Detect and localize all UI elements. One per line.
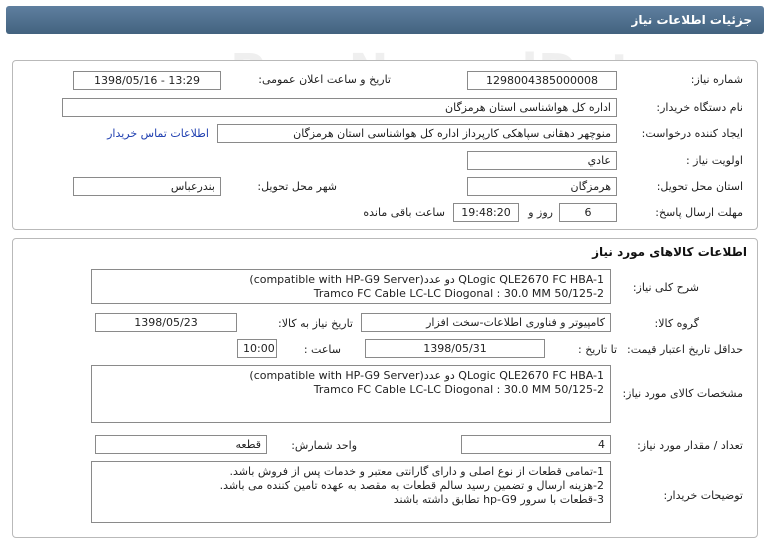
notes-line: 2-هزينه ارسال و تضمين رسيد سالم قطعات به… bbox=[219, 479, 604, 492]
validity-label: حداقل تاريخ اعتبار قيمت: bbox=[627, 343, 743, 356]
notes-label: توضيحات خريدار: bbox=[663, 489, 744, 502]
priority-label: اولويت نياز : bbox=[685, 154, 743, 167]
buyer-contact-link[interactable]: اطلاعات تماس خريدار bbox=[107, 127, 209, 140]
creator-label: ايجاد کننده درخواست: bbox=[641, 127, 743, 140]
goods-heading: اطلاعات کالاهای مورد نياز bbox=[592, 245, 747, 259]
unit-label: واحد شمارش: bbox=[291, 439, 357, 452]
notes-field[interactable]: 1-تمامی قطعات از نوع اصلی و دارای گارانت… bbox=[91, 461, 611, 523]
need-date-label: تاريخ نياز به کالا: bbox=[278, 317, 353, 330]
qty-field[interactable]: 4 bbox=[461, 435, 611, 454]
qty-label: تعداد / مقدار مورد نياز: bbox=[637, 439, 743, 452]
announce-date-field[interactable]: 1398/05/16 - 13:29 bbox=[73, 71, 221, 90]
group-field[interactable]: کامپيوتر و فناوری اطلاعات-سخت افزار bbox=[361, 313, 611, 332]
hour-label: ساعت : bbox=[303, 343, 341, 356]
deadline-label: مهلت ارسال پاسخ: bbox=[655, 206, 743, 219]
spec-line: Tramco FC Cable LC-LC Diogonal : 30.0 MM… bbox=[313, 383, 604, 396]
summary-label: شرح کلی نياز: bbox=[632, 281, 699, 294]
summary-field[interactable]: QLogic QLE2670 FC HBA-1 دو عدد(compatibl… bbox=[91, 269, 611, 304]
general-info-panel: شماره نياز: 1298004385000008 تاريخ و ساع… bbox=[12, 60, 758, 230]
group-label: گروه کالا: bbox=[654, 317, 699, 330]
notes-line: 3-قطعات با سرور hp-G9 تطابق داشته باشند bbox=[393, 493, 604, 506]
goods-panel: اطلاعات کالاهای مورد نياز شرح کلی نياز: … bbox=[12, 238, 758, 538]
buyer-org-label: نام دستگاه خريدار: bbox=[656, 101, 743, 114]
buyer-org-field[interactable]: اداره کل هواشناسی استان هرمزگان bbox=[62, 98, 617, 117]
days-field[interactable]: 6 bbox=[559, 203, 617, 222]
days-and-label: روز و bbox=[528, 206, 553, 219]
priority-field[interactable]: عادي bbox=[467, 151, 617, 170]
need-number-label: شماره نياز: bbox=[690, 73, 743, 86]
until-date-field[interactable]: 1398/05/31 bbox=[365, 339, 545, 358]
summary-line: Tramco FC Cable LC-LC Diogonal : 30.0 MM… bbox=[313, 287, 604, 300]
city-label: شهر محل تحويل: bbox=[257, 180, 337, 193]
spec-label: مشخصات کالای مورد نياز: bbox=[622, 387, 743, 400]
spec-line: QLogic QLE2670 FC HBA-1 دو عدد(compatibl… bbox=[249, 369, 604, 382]
need-number-field[interactable]: 1298004385000008 bbox=[467, 71, 617, 90]
page-title: جزئيات اطلاعات نياز bbox=[6, 6, 764, 34]
province-field[interactable]: هرمزگان bbox=[467, 177, 617, 196]
creator-field[interactable]: منوچهر دهقانی سپاهکی کارپرداز اداره کل ه… bbox=[217, 124, 617, 143]
city-field[interactable]: بندرعباس bbox=[73, 177, 221, 196]
notes-line: 1-تمامی قطعات از نوع اصلی و دارای گارانت… bbox=[229, 465, 605, 478]
time-left-field[interactable]: 19:48:20 bbox=[453, 203, 519, 222]
province-label: استان محل تحويل: bbox=[656, 180, 743, 193]
time-left-suffix: ساعت باقی مانده bbox=[363, 206, 445, 219]
hour-field[interactable]: 10:00 bbox=[237, 339, 277, 358]
announce-label: تاريخ و ساعت اعلان عمومی: bbox=[258, 73, 391, 86]
unit-field[interactable]: قطعه bbox=[95, 435, 267, 454]
until-date-label: تا تاريخ : bbox=[578, 343, 617, 356]
summary-line: QLogic QLE2670 FC HBA-1 دو عدد(compatibl… bbox=[249, 273, 604, 286]
spec-field[interactable]: QLogic QLE2670 FC HBA-1 دو عدد(compatibl… bbox=[91, 365, 611, 423]
need-date-field[interactable]: 1398/05/23 bbox=[95, 313, 237, 332]
